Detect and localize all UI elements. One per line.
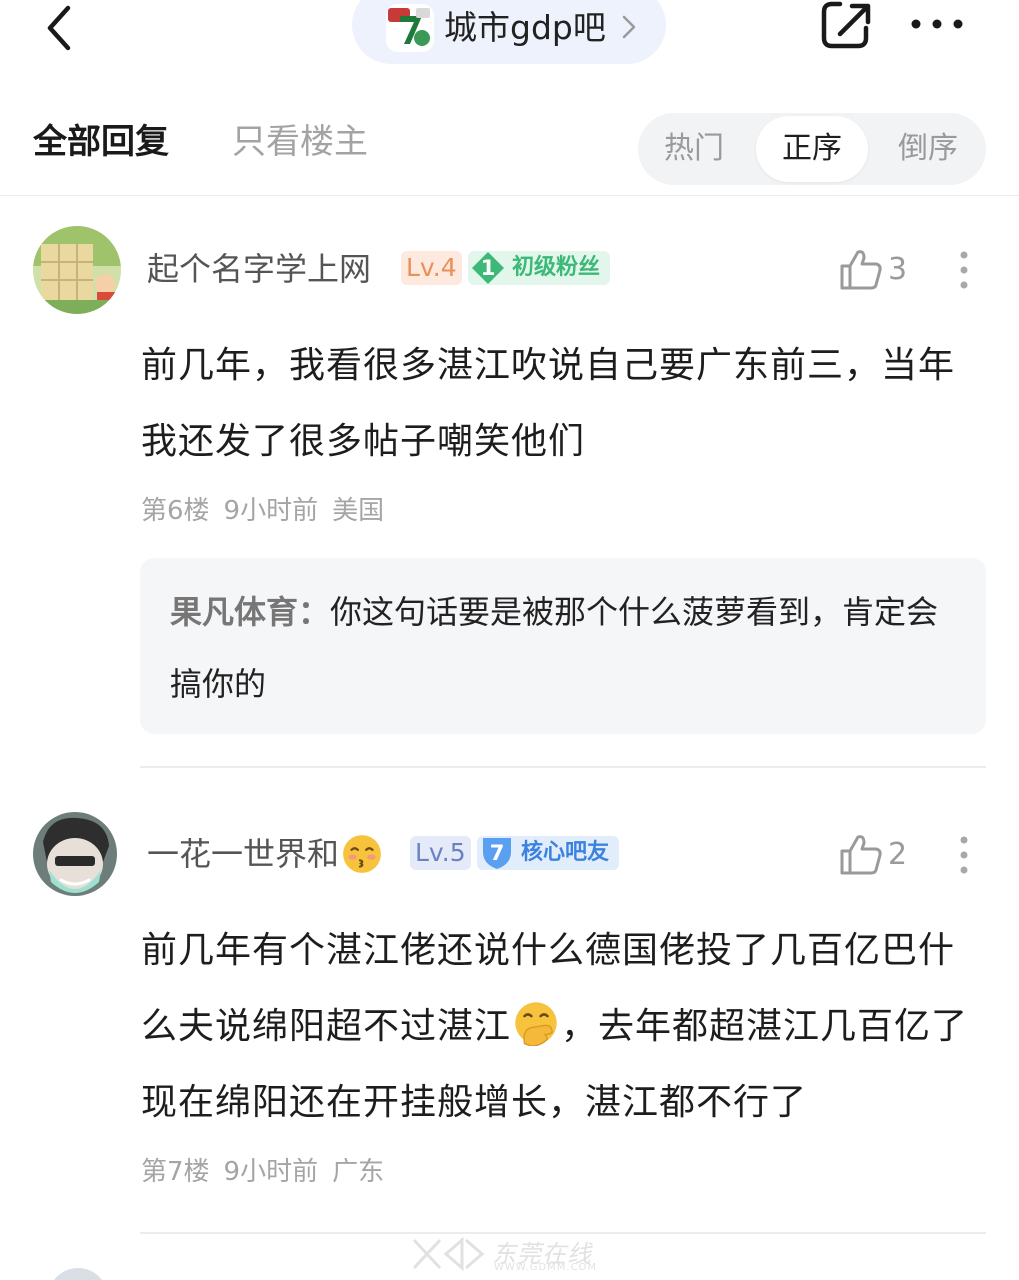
- thumbs-up-icon[interactable]: [838, 833, 884, 877]
- fan-level: 1: [480, 256, 496, 280]
- level-badge: Lv.4: [401, 251, 462, 285]
- thumbs-up-icon[interactable]: [838, 248, 884, 292]
- post-location: 广东: [332, 1157, 385, 1187]
- watermark-url: WWW.GDMM.COM: [494, 1262, 598, 1273]
- top-bar: 城市gdp吧: [0, 0, 1019, 70]
- sub-reply-author[interactable]: 果凡体育：: [170, 593, 330, 631]
- reply-tabs: 全部回复 只看楼主 热门 正序 倒序: [0, 110, 1019, 196]
- sub-reply-box[interactable]: 果凡体育：你这句话要是被那个什么菠萝看到，肯定会搞你的: [140, 558, 986, 734]
- fan-badge: 1 初级粉丝: [468, 251, 611, 285]
- like-count: 2: [888, 837, 908, 872]
- back-arrow-icon[interactable]: [40, 2, 84, 52]
- avatar[interactable]: [33, 226, 121, 314]
- avatar[interactable]: [33, 812, 117, 896]
- username[interactable]: 起个名字学上网: [147, 247, 371, 291]
- sort-toggle: 热门 正序 倒序: [638, 113, 986, 185]
- share-icon[interactable]: [818, 0, 876, 52]
- username[interactable]: 一花一世界和: [147, 832, 385, 876]
- reply-content: 前几年，我看很多湛江吹说自己要广东前三，当年我还发了很多帖子嘲笑他们: [141, 345, 956, 462]
- tab-all-replies[interactable]: 全部回复: [33, 120, 169, 164]
- post-time: 9小时前: [223, 496, 319, 526]
- forum-entry-button[interactable]: 城市gdp吧: [352, 0, 666, 64]
- level-badge: Lv.5: [410, 836, 471, 870]
- watermark: 东莞在线 WWW.GDMM.COM: [410, 1232, 620, 1280]
- more-icon[interactable]: [908, 14, 966, 34]
- sort-descending[interactable]: 倒序: [872, 113, 984, 185]
- username-text[interactable]: 一花一世界和: [147, 835, 339, 873]
- kebab-menu-icon[interactable]: [955, 250, 973, 290]
- kebab-menu-icon[interactable]: [955, 835, 973, 875]
- tab-op-only[interactable]: 只看楼主: [232, 120, 368, 164]
- post-meta: 第6楼 9小时前 美国: [141, 494, 398, 528]
- chevron-right-icon: [620, 12, 638, 42]
- kissing-face-emoji-icon: [343, 835, 381, 873]
- post-meta: 第7楼 9小时前 广东: [141, 1155, 398, 1189]
- reply-content: 前几年有个湛江佬还说什么德国佬投了几百亿巴什么夫说绵阳超不过湛江 ，去年都超湛江…: [141, 913, 981, 1141]
- forum-name[interactable]: 城市gdp吧: [444, 6, 606, 50]
- fan-title: 初级粉丝: [512, 255, 601, 280]
- fan-title: 核心吧友: [521, 840, 610, 865]
- face-with-hand-over-mouth-emoji-icon: [515, 1002, 557, 1046]
- floor-number: 第7楼: [141, 1157, 210, 1187]
- forum-avatar: [386, 4, 434, 52]
- sort-hot[interactable]: 热门: [638, 113, 750, 185]
- fan-level: 7: [489, 841, 505, 865]
- post-time: 9小时前: [223, 1157, 319, 1187]
- avatar[interactable]: [48, 1268, 108, 1280]
- post-location: 美国: [332, 496, 385, 526]
- watermark-logo-icon: [412, 1236, 485, 1272]
- floor-number: 第6楼: [141, 496, 210, 526]
- divider: [140, 766, 986, 768]
- like-count: 3: [888, 252, 908, 287]
- fan-badge: 7 核心吧友: [477, 836, 620, 870]
- sort-ascending[interactable]: 正序: [756, 116, 868, 182]
